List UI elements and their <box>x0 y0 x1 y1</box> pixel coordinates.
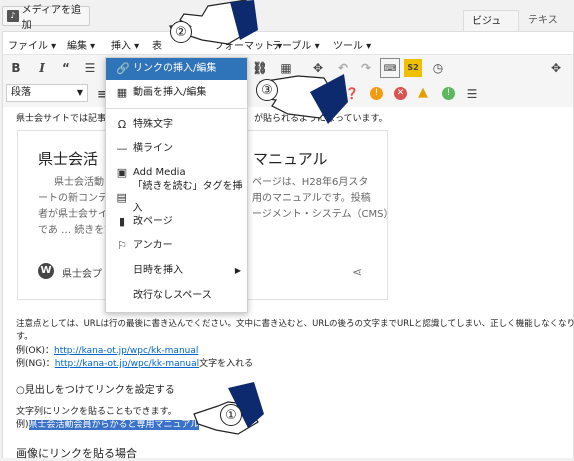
intro-text: 県士会サイトでは記事を <box>16 114 116 124</box>
s2-icon[interactable]: S2 <box>404 59 422 77</box>
menu-item-more-tag[interactable]: ▤ 「続きを読む」タグを挿入 <box>106 181 247 214</box>
card-excerpt-3b: ージメント・システム（CMS） <box>252 209 394 220</box>
add-media-button[interactable]: ♪ メディアを追加 <box>2 5 90 31</box>
list-lines-icon[interactable]: ☰ <box>462 84 482 104</box>
link-heading: ○見出しをつけてリンクを設定する <box>16 385 175 396</box>
selected-text[interactable]: 県士会活動会員からかると専用マニュアル <box>28 420 200 430</box>
chevron-right-icon: ▶ <box>234 266 241 275</box>
card-site-name: 県士会プ <box>62 269 102 280</box>
text-link-line: 文字列にリンクを貼ることもできます。 <box>16 407 177 417</box>
card-excerpt-2b: 用のマニュアルです。投稿 <box>252 193 371 204</box>
expand-icon[interactable]: ✥ <box>546 58 566 78</box>
page-break-icon: ▮ <box>118 215 126 228</box>
menu-item-horizontal-line[interactable]: — 横ライン <box>106 138 247 160</box>
callout-number-1: ① <box>220 404 242 426</box>
omega-icon: Ω <box>117 118 127 131</box>
bullet-list-button[interactable]: ☰ <box>80 58 100 78</box>
note-line-1: 注意点としては、URLは行の最後に書き込んでください。文中に書き込むと、URLの… <box>16 319 574 329</box>
pointing-hand-icon-3 <box>259 74 348 124</box>
card-title[interactable]: 県士会活 <box>38 148 98 169</box>
media-icon: ▣ <box>116 166 128 179</box>
wordpress-logo-icon: W <box>38 263 54 279</box>
video-icon: ▦ <box>116 86 128 99</box>
menu-table[interactable]: テーブル ▾ <box>272 37 320 52</box>
share-icon[interactable]: ⋖ <box>352 265 362 279</box>
bold-button[interactable]: B <box>6 58 26 78</box>
menu-item-page-break[interactable]: ▮ 改ページ <box>106 211 247 233</box>
media-icon: ♪ <box>7 10 19 22</box>
menu-edit[interactable]: 編集 ▾ <box>67 37 95 52</box>
menu-divider <box>106 108 247 109</box>
redo-icon[interactable]: ↷ <box>356 58 376 78</box>
more-tag-icon: ▤ <box>116 191 127 204</box>
callout-number-3: ③ <box>256 79 278 101</box>
paragraph-format-select[interactable]: 段落 ▼ <box>6 84 88 102</box>
menu-item-insert-datetime[interactable]: 日時を挿入 ▶ <box>106 260 247 282</box>
ok-example: 例(OK)：http://kana-ot.jp/wpc/kk-manual <box>16 346 199 356</box>
menu-item-nbsp[interactable]: 改行なしスペース <box>106 285 247 307</box>
tab-visual[interactable]: ビジュアル <box>463 10 519 49</box>
menu-insert[interactable]: 挿入 ▾ <box>111 37 139 52</box>
anchor-icon: ⚐ <box>117 239 127 252</box>
ng-example: 例(NG)：http://kana-ot.jp/wpc/kk-manual文字を… <box>16 359 254 369</box>
chevron-down-icon: ▼ <box>76 88 83 97</box>
blockquote-button[interactable]: “ <box>56 58 76 78</box>
add-media-label: メディアを追加 <box>21 5 81 31</box>
bottom-heading: 画像にリンクを貼る場合 <box>16 447 137 460</box>
warning-circle-icon[interactable]: ! <box>370 87 383 100</box>
card-excerpt-3: 者が県士会サイ <box>38 209 108 220</box>
keyboard-icon[interactable]: ⌨ <box>380 58 400 78</box>
horizontal-line-icon: — <box>116 142 128 155</box>
card-excerpt-1: 県士会活動 <box>54 177 104 188</box>
menu-tools[interactable]: ツール ▾ <box>333 37 371 52</box>
menu-file[interactable]: ファイル ▾ <box>8 37 56 52</box>
clock-icon[interactable]: ◷ <box>428 58 448 78</box>
tab-text[interactable]: テキスト <box>520 10 574 48</box>
menu-item-anchor[interactable]: ⚐ アンカー <box>106 235 247 257</box>
callout-number-2: ② <box>170 21 192 43</box>
card-title-tail: マニュアル <box>253 150 328 168</box>
ok-url-link[interactable]: http://kana-ot.jp/wpc/kk-manual <box>54 346 198 356</box>
card-excerpt-4: であ … 続きを読 <box>38 225 115 236</box>
success-circle-icon[interactable]: ! <box>442 87 455 100</box>
card-excerpt-1b: ページは、H28年6月スタ <box>252 177 369 188</box>
menu-item-special-char[interactable]: Ω 特殊文字 <box>106 114 247 136</box>
link-icon: 🔗 <box>116 62 130 75</box>
error-circle-icon[interactable]: ✕ <box>394 87 407 100</box>
note-line-2: す。 <box>16 332 34 342</box>
italic-button[interactable]: I <box>32 58 52 78</box>
alert-triangle-icon[interactable]: ▲ <box>418 85 428 100</box>
menu-item-insert-video[interactable]: ▦ 動画を挿入/編集 <box>106 82 247 104</box>
ng-url-link[interactable]: http://kana-ot.jp/wpc/kk-manual <box>55 359 199 369</box>
example-line: 例)県士会活動会員からかると専用マニュアル <box>16 420 200 430</box>
